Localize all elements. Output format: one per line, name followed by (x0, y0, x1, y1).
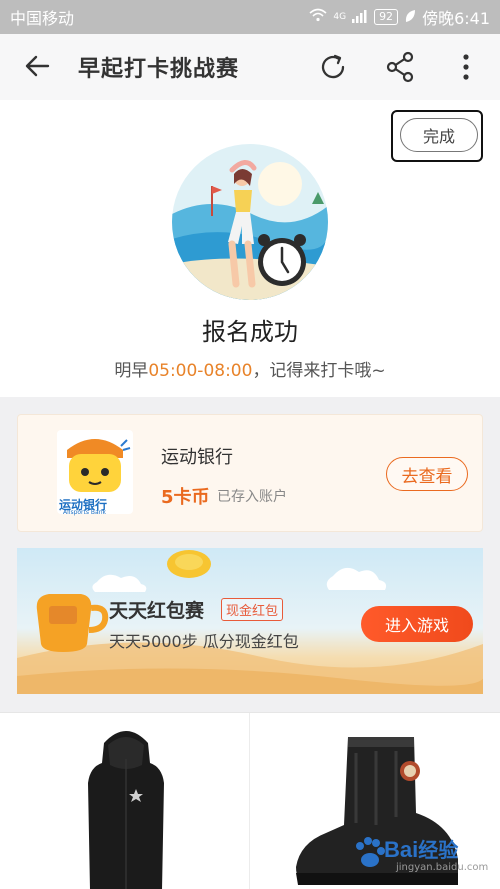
game-subtitle: 天天5000步 瓜分现金红包 (109, 632, 299, 651)
signup-success-panel: 完成 报名成功 明早05:00-08:00，记得来打卡哦~ (0, 100, 500, 397)
success-subtitle: 明早05:00-08:00，记得来打卡哦~ (0, 356, 500, 381)
clock-label: 傍晚6:41 (422, 9, 490, 28)
arrow-left-icon (25, 55, 50, 77)
enter-game-button[interactable]: 进入游戏 (361, 606, 473, 642)
battery-indicator: 92 (374, 9, 399, 25)
refresh-icon (321, 54, 345, 79)
watermark-subtext: jingyan.baidu.com (396, 862, 489, 873)
more-vertical-icon (463, 54, 469, 80)
back-button[interactable] (22, 50, 54, 82)
bank-name: 运动银行 (161, 447, 233, 468)
hooded-vest-image (88, 731, 164, 889)
network-type-label: 4G (333, 12, 347, 22)
leaf-icon (404, 8, 416, 27)
cash-red-packet-tag: 现金红包 (221, 598, 284, 621)
checkin-time-window: 05:00-08:00 (148, 361, 253, 381)
view-bank-button[interactable]: 去查看 (386, 457, 468, 491)
done-button[interactable]: 完成 (400, 118, 478, 152)
red-packet-game-banner[interactable]: 天天红包赛 现金红包 天天5000步 瓜分现金红包 进入游戏 (17, 548, 483, 694)
share-button[interactable] (384, 50, 416, 84)
more-button[interactable] (452, 50, 480, 84)
product-hooded-vest[interactable] (70, 723, 182, 889)
refresh-button[interactable] (316, 50, 350, 84)
sports-bank-logo: 运动银行 Allsports Bank (57, 430, 133, 516)
success-title: 报名成功 (202, 318, 298, 346)
sports-bank-card[interactable]: 运动银行 Allsports Bank 运动银行 5卡币 已存入账户 去查看 (17, 414, 483, 532)
watermark-text-jingyan: 经验 (418, 840, 459, 862)
morning-exercise-illustration (172, 144, 328, 300)
baidu-jingyan-watermark: Bai经验 jingyan.baidu.com (352, 832, 492, 882)
paw-icon (356, 837, 385, 867)
carrier-label: 中国移动 (10, 9, 75, 28)
product-divider (249, 713, 250, 889)
game-title: 天天红包赛 (109, 600, 205, 622)
watermark-text-bai: Bai (384, 837, 419, 862)
status-bar: 中国移动 4G 92 傍晚6:41 (0, 0, 500, 34)
wifi-icon (309, 8, 327, 26)
deposit-status: 已存入账户 (217, 489, 287, 505)
share-icon (386, 51, 414, 83)
subtitle-prefix: 明早 (114, 361, 149, 381)
status-icons: 4G 92 傍晚6:41 (309, 5, 490, 29)
page-title: 早起打卡挑战赛 (78, 57, 240, 82)
signal-icon (352, 8, 368, 27)
watermark-text: Bai经验 (384, 834, 458, 863)
logo-subtext: Allsports Bank (63, 509, 106, 516)
coin-reward: 5卡币 (161, 487, 210, 508)
subtitle-suffix: ，记得来打卡哦~ (252, 361, 386, 381)
nav-bar: 早起打卡挑战赛 (0, 34, 500, 100)
